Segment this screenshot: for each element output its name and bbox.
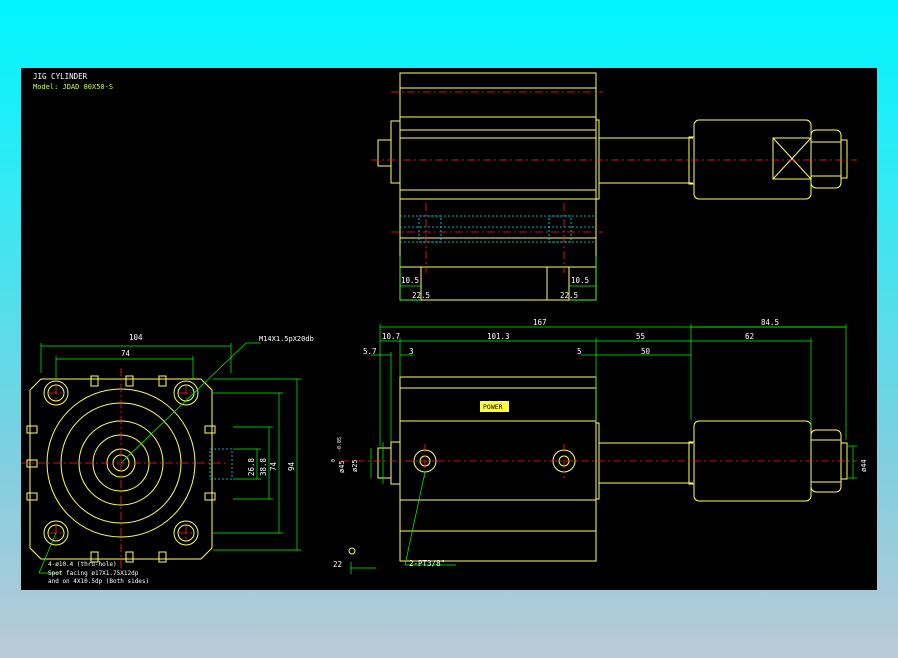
dim-side-62: 62 — [745, 332, 754, 341]
dim-side-5: 5 — [577, 347, 582, 356]
dim-side-bore: ø45 — [338, 460, 346, 473]
dim-side-22: 22 — [333, 560, 342, 569]
dim-end-26-8: 26.8 — [247, 457, 256, 476]
end-note-holes: 4-ø10.4 (thru-hole) — [48, 561, 117, 568]
drawing-title: JIG CYLINDER — [33, 72, 88, 81]
dim-side-44: ø44 — [860, 459, 868, 472]
dim-side-50: 50 — [641, 347, 651, 356]
cad-drawing: JIG CYLINDER Model: JDAD 80X50-S 10.5 10… — [21, 72, 868, 585]
top-view: 10.5 10.5 22.5 22.5 — [371, 72, 857, 301]
dim-side-55: 55 — [636, 332, 645, 341]
end-note-depth: and on 4X10.5dp (Both sides) — [48, 578, 149, 585]
pin-symbol — [348, 547, 356, 555]
dim-side-167: 167 — [533, 318, 547, 327]
dim-end-thread: M14X1.5pX20db — [259, 335, 314, 343]
dim-side-5-7: 5.7 — [363, 347, 377, 356]
dim-end-104: 104 — [129, 333, 143, 342]
dim-side-84-5: 84.5 — [761, 318, 779, 327]
dim-side-bore-tol: -0.05 — [337, 437, 343, 452]
dim-end-94: 94 — [287, 461, 296, 471]
port-note: 2-PT3/8" — [409, 559, 445, 568]
dim-side-101-3: 101.3 — [487, 332, 510, 341]
dim-end-74: 74 — [121, 349, 131, 358]
end-view: 104 74 M14X1.5pX20db 26.8 38.8 74 94 4-ø… — [21, 333, 314, 585]
dim-side-10-7: 10.7 — [382, 332, 400, 341]
dim-side-rod: ø25 — [351, 459, 359, 472]
side-view: POWER 167 84.5 10.7 101.3 55 62 5.7 3 5 … — [331, 318, 868, 574]
drawing-model: Model: JDAD 80X50-S — [33, 83, 113, 91]
brand-label: POWER — [483, 403, 503, 411]
dim-top-22-5-right: 22.5 — [560, 291, 578, 300]
dim-end-38-8: 38.8 — [259, 457, 268, 476]
dim-top-10-5-left: 10.5 — [401, 276, 419, 285]
dim-end-74-v: 74 — [269, 461, 278, 471]
drawing-viewer[interactable]: JIG CYLINDER Model: JDAD 80X50-S 10.5 10… — [21, 68, 877, 590]
dim-side-bore-sup: 0 — [331, 459, 337, 462]
dim-side-3: 3 — [409, 347, 414, 356]
dim-top-22-5-left: 22.5 — [412, 291, 430, 300]
end-note-spotface: Spot facing ø17X1.75X12dp — [48, 570, 139, 577]
dim-top-10-5-right: 10.5 — [571, 276, 589, 285]
